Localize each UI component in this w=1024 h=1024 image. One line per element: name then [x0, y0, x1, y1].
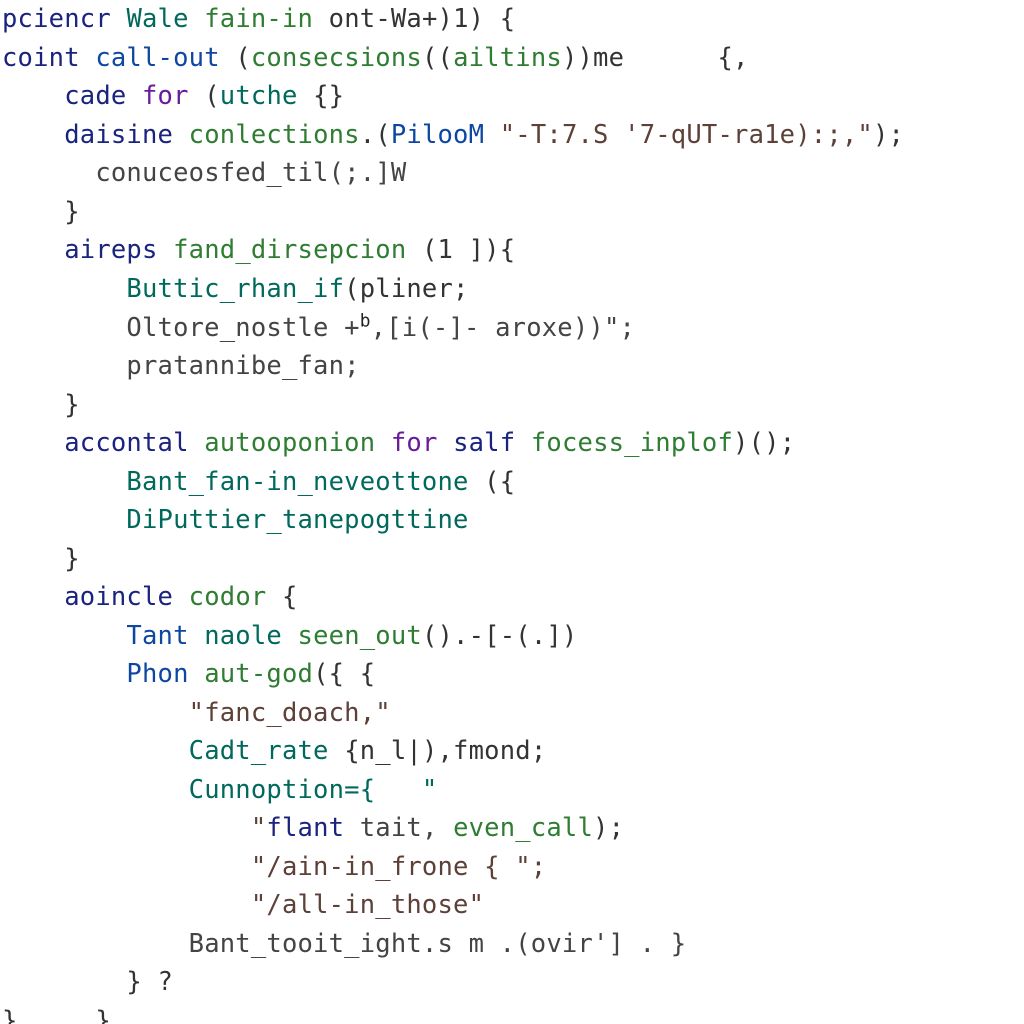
code-line: "flant tait, even_call); — [2, 813, 624, 843]
code-line: pciencr Wale fain-in ont-Wa+)1) { — [2, 4, 515, 34]
code-line: } — [2, 197, 80, 227]
code-line: conuceosfed_til(;.]W — [2, 158, 406, 188]
code-line: pratannibe_fan; — [2, 351, 360, 381]
code-editor-content[interactable]: pciencr Wale fain-in ont-Wa+)1) { coint … — [0, 0, 1024, 1024]
code-line: Tant naole seen_out().-[-(.]) — [2, 621, 577, 651]
code-line: coint call-out (consecsions((ailtins))me… — [2, 43, 749, 73]
code-line: } ? — [2, 967, 173, 997]
code-line: daisine conlections.(PilooM "-T:7.S '7-q… — [2, 120, 904, 150]
code-line: "/ain-in_frone { "; — [2, 852, 546, 882]
code-line: } — [2, 390, 80, 420]
code-line: "fanc_doach," — [2, 698, 391, 728]
code-line: Oltore_nostle +b,[i(-]- aroxe))"; — [2, 313, 635, 343]
code-line: aireps fand_dirsepcion (1 ]){ — [2, 235, 515, 265]
code-line: accontal autooponion for salf focess_inp… — [2, 428, 795, 458]
code-line: Cunnoption={ " — [2, 775, 437, 805]
code-line: Bant_tooit_ight.s m .(ovir'] . } — [2, 929, 686, 959]
code-line: aoincle codor { — [2, 582, 298, 612]
code-line: Phon aut-god({ { — [2, 659, 375, 689]
code-line: Buttic_rhan_if(pliner; — [2, 274, 469, 304]
code-line: Cadt_rate {n_l|),fmond; — [2, 736, 546, 766]
code-line: } — [2, 544, 80, 574]
code-line: "/all-in_those" — [2, 890, 484, 920]
code-line: DiPuttier_tanepogttine — [2, 505, 469, 535]
code-line: Bant_fan-in_neveottone ({ — [2, 467, 515, 497]
code-line: cade for (utche {} — [2, 81, 344, 111]
code-line: } } — [2, 1006, 111, 1024]
